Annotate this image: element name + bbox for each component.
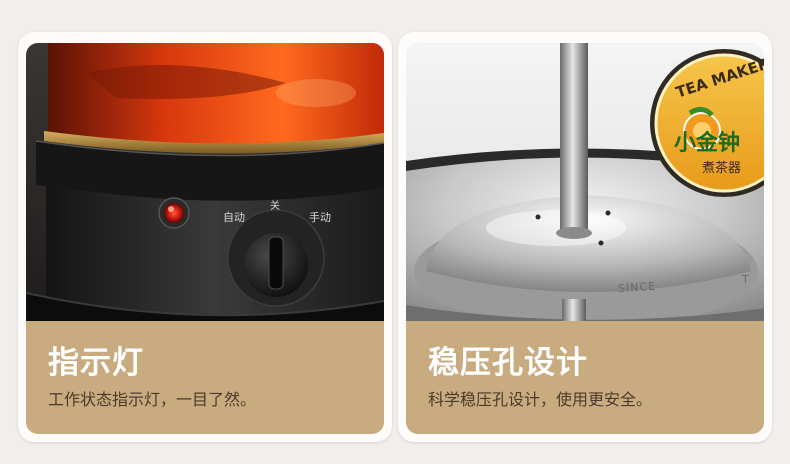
pressure-hole-photo: TEA MAKER 小金钟 煮茶器 SINCE T — [406, 43, 764, 321]
caption-panel: 指示灯 工作状态指示灯，一目了然。 — [26, 321, 384, 434]
caption-panel: 稳压孔设计 科学稳压孔设计，使用更安全。 — [406, 321, 764, 434]
feature-title: 稳压孔设计 — [428, 345, 588, 381]
indicator-light-photo: 自动 关 手动 — [26, 43, 384, 321]
engraving-text: SINCE — [617, 279, 657, 296]
feature-description: 工作状态指示灯，一目了然。 — [48, 390, 257, 409]
feature-description: 科学稳压孔设计，使用更安全。 — [428, 390, 653, 409]
badge-brand-name: 小金钟 — [674, 131, 741, 156]
feature-title: 指示灯 — [48, 345, 144, 381]
feature-card-indicator: 自动 关 手动 指示灯 工作状态指示灯，一目了然。 — [18, 32, 392, 442]
knob-label-off: 关 — [270, 201, 280, 212]
badge-product-name: 煮茶器 — [702, 161, 742, 176]
feature-card-pressure-hole: TEA MAKER 小金钟 煮茶器 SINCE T 稳压孔设计 科学稳压孔设计，… — [398, 32, 772, 442]
knob-label-auto: 自动 — [223, 211, 245, 224]
knob-label-manual: 手动 — [309, 211, 331, 224]
engraving-text-edge: T — [742, 273, 749, 286]
